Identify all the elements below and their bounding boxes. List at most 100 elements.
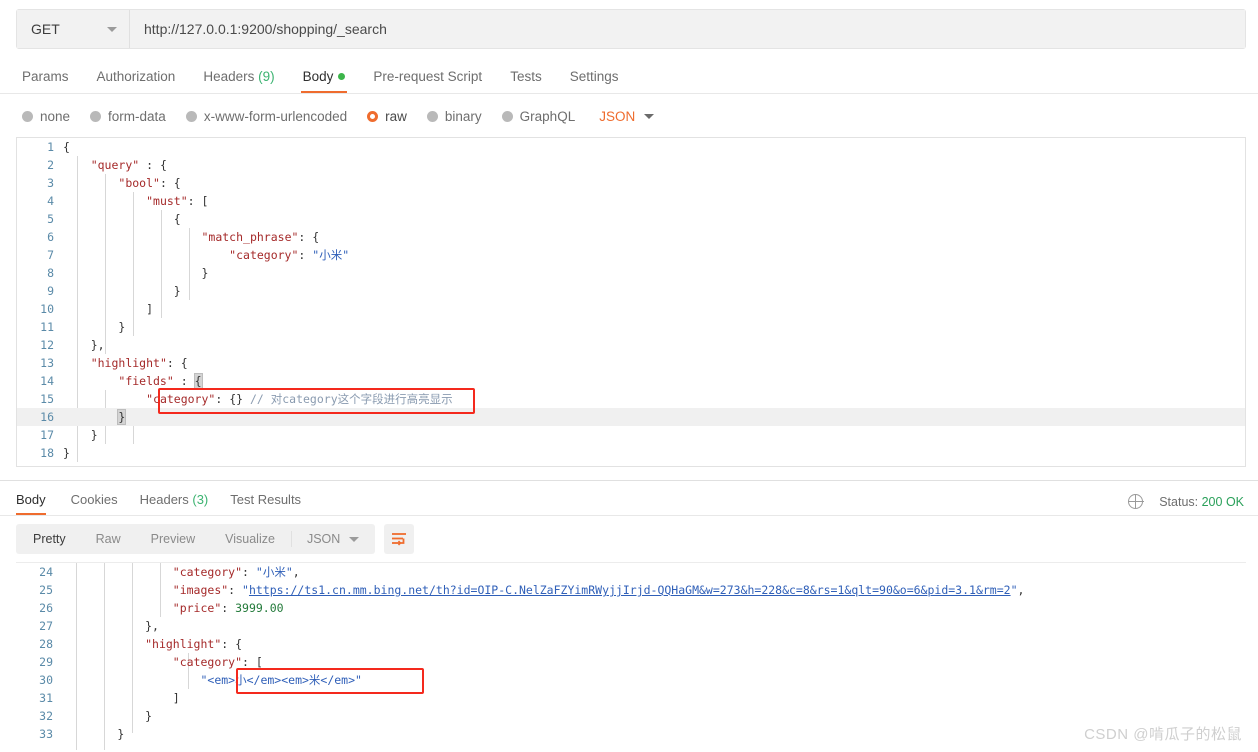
request-body-editor[interactable]: 1{2 "query" : {3 "bool": {4 "must": [5 {… [16,137,1246,467]
token-k: "must" [146,194,188,208]
response-status-area: Status: 200 OK [1127,493,1244,515]
token-p: : { [139,158,167,172]
request-tab-params[interactable]: Params [16,69,83,93]
token-p: } [63,266,209,280]
line-number: 5 [47,212,54,226]
line-number: 15 [40,392,54,406]
response-body-viewer[interactable]: 24 "category": "小米", 25 "images": "https:… [16,562,1246,750]
token-k: "bool" [118,176,160,190]
line-number: 12 [40,338,54,352]
code-text: }, [63,336,1245,354]
request-code-line: 5 { [17,210,1245,228]
code-text: } [62,707,1246,725]
response-format-dropdown[interactable]: JSON [293,524,373,554]
body-type-label: x-www-form-urlencoded [203,108,348,124]
response-tabs-divider [0,515,1258,516]
line-number: 17 [40,428,54,442]
token-p: : {} [215,392,250,406]
code-text: "category": "小米", [62,563,1246,581]
body-type-binary[interactable]: binary [426,108,482,124]
token-k: "price" [172,601,222,615]
token-k: "query" [90,158,140,172]
token-p [63,158,91,172]
body-type-form-data[interactable]: form-data [90,109,166,124]
response-code-line: 29 "category": [ [16,653,1246,671]
line-number: 31 [39,691,53,705]
http-method-dropdown[interactable]: GET [17,10,130,48]
response-code-line: 27 }, [16,617,1246,635]
request-url-text: http://127.0.0.1:9200/shopping/_search [144,21,387,37]
wrap-lines-button[interactable] [384,524,415,554]
tab-label: Headers [139,492,189,507]
code-text: "category": {} // 对category这个字段进行高亮显示 [63,390,1245,408]
status-row: Status: 200 OK [1159,495,1244,509]
token-k: "fields" [118,374,174,388]
body-type-label: binary [444,108,482,124]
code-text: }, [62,617,1246,635]
token-k: "match_phrase" [201,230,299,244]
view-mode-visualize[interactable]: Visualize [210,524,290,554]
request-tab-settings[interactable]: Settings [556,69,633,93]
line-number: 14 [40,374,54,388]
request-code-line: 13 "highlight": { [17,354,1245,372]
request-tab-bar: Params Authorization Headers (9) Body Pre-re… [16,61,1258,93]
token-p [63,374,118,388]
request-code-line: 2 "query" : { [17,156,1245,174]
body-type-none[interactable]: none [22,109,70,124]
body-type-graphql[interactable]: GraphQL [501,109,575,124]
line-number: 3 [47,176,54,190]
code-text: { [63,210,1245,228]
token-n: 3999.00 [235,601,284,615]
http-method-label: GET [31,21,60,37]
token-p [63,248,229,262]
response-code-line: 25 "images": "https://ts1.cn.mm.bing.net… [16,581,1246,599]
request-code-line: 1{ [17,138,1245,156]
token-p: } [63,320,126,334]
request-tab-authorization[interactable]: Authorization [83,69,190,93]
token-k: "category" [172,655,243,669]
token-p: { [63,212,181,226]
token-p: : [221,601,236,615]
request-code-line: 16 } [17,408,1245,426]
chevron-down-icon [644,113,655,119]
body-type-x-www-form-urlencoded[interactable]: x-www-form-urlencoded [185,108,348,124]
token-k: "images" [172,583,229,597]
line-number: 26 [39,601,53,615]
response-tab-body[interactable]: Body [16,492,60,515]
token-lnk[interactable]: https://ts1.cn.mm.bing.net/th?id=OIP-C.N… [249,583,1011,597]
view-mode-raw[interactable]: Raw [81,524,136,554]
body-type-label: form-data [108,108,166,124]
token-p: : { [298,230,320,244]
status-label: Status: [1159,494,1199,509]
line-number: 24 [39,565,53,579]
response-tab-cookies[interactable]: Cookies [60,492,129,515]
request-code-line: 12 }, [17,336,1245,354]
request-tab-pre-request-script[interactable]: Pre-request Script [359,69,496,93]
view-mode-preview[interactable]: Preview [136,524,210,554]
body-format-dropdown[interactable]: JSON [599,109,655,124]
line-number: 11 [40,320,54,334]
response-code-line: 33 } [16,725,1246,743]
line-number: 1 [47,140,54,154]
token-p: , [292,565,300,579]
request-code-line: 8 } [17,264,1245,282]
request-tab-tests[interactable]: Tests [496,69,556,93]
line-number: 25 [39,583,53,597]
tab-label: Cookies [70,492,118,507]
request-tab-headers[interactable]: Headers (9) [189,69,288,93]
token-s: "小米" [255,565,293,579]
view-mode-pretty[interactable]: Pretty [18,524,81,554]
radio-icon [90,110,102,122]
request-url-input[interactable]: http://127.0.0.1:9200/shopping/_search [130,10,1245,48]
response-tab-test-results[interactable]: Test Results [219,492,312,515]
token-k: "category" [146,392,216,406]
request-tab-body[interactable]: Body [289,69,360,93]
request-code-line: 15 "category": {} // 对category这个字段进行高亮显示 [17,390,1245,408]
line-number: 8 [47,266,54,280]
body-type-raw[interactable]: raw [367,109,407,124]
request-code-line: 4 "must": [ [17,192,1245,210]
code-text: ] [63,300,1245,318]
response-tab-headers[interactable]: Headers (3) [129,492,220,515]
token-k: "highlight" [90,356,167,370]
response-view-modes: Pretty Raw Preview Visualize JSON [16,524,376,554]
